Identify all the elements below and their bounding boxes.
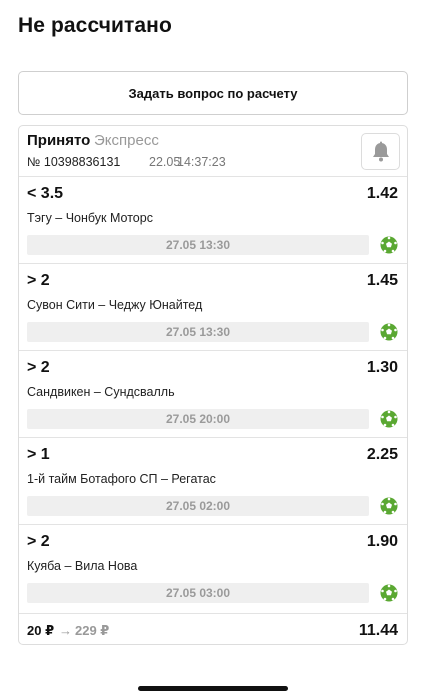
soccer-ball-icon bbox=[380, 497, 398, 515]
event-odds: 1.90 bbox=[366, 533, 398, 550]
event-start-time: 27.05 02:00 bbox=[27, 496, 369, 516]
notification-button[interactable] bbox=[361, 133, 400, 170]
event-outcome: > 2 bbox=[27, 272, 50, 289]
event-outcome: < 3.5 bbox=[27, 185, 64, 202]
event-odds: 1.42 bbox=[366, 185, 398, 202]
total-odds: 11.44 bbox=[358, 622, 398, 639]
event-start-time: 27.05 13:30 bbox=[27, 322, 369, 342]
event-odds: 1.45 bbox=[366, 272, 398, 289]
event-row[interactable]: > 2 1.30 Сандвикен – Сундсвалль 27.05 20… bbox=[19, 350, 407, 437]
bet-total-row: 20 ₽ → 229 ₽ 11.44 bbox=[19, 613, 407, 644]
bet-time: 14:37:23 bbox=[177, 155, 226, 169]
event-row[interactable]: > 2 1.45 Сувон Сити – Чеджу Юнайтед 27.0… bbox=[19, 263, 407, 350]
soccer-ball-icon bbox=[380, 323, 398, 341]
bell-icon bbox=[372, 141, 389, 161]
event-start-time: 27.05 20:00 bbox=[27, 409, 369, 429]
bet-card: Принято Экспресс № 10398836131 22.05 14:… bbox=[18, 125, 408, 645]
home-indicator[interactable] bbox=[138, 686, 288, 691]
event-match: Сувон Сити – Чеджу Юнайтед bbox=[27, 298, 203, 312]
soccer-ball-icon bbox=[380, 236, 398, 254]
bet-stake: 20 ₽ bbox=[27, 623, 55, 638]
bet-type: Экспресс bbox=[94, 132, 159, 149]
bet-date: 22.05 bbox=[149, 155, 181, 169]
event-match: Тэгу – Чонбук Моторс bbox=[27, 211, 153, 225]
event-match: Сандвикен – Сундсвалль bbox=[27, 385, 175, 399]
event-row[interactable]: > 2 1.90 Куяба – Вила Нова 27.05 03:00 bbox=[19, 524, 407, 611]
arrow-icon: → bbox=[59, 623, 72, 638]
potential-payout: 229 ₽ bbox=[75, 623, 110, 638]
event-row[interactable]: > 1 2.25 1-й тайм Ботафого СП – Регатас … bbox=[19, 437, 407, 524]
soccer-ball-icon bbox=[380, 410, 398, 428]
event-match: 1-й тайм Ботафого СП – Регатас bbox=[27, 472, 216, 486]
event-outcome: > 2 bbox=[27, 533, 50, 550]
bet-status: Принято bbox=[27, 132, 91, 149]
event-start-time: 27.05 03:00 bbox=[27, 583, 369, 603]
event-odds: 2.25 bbox=[366, 446, 398, 463]
page-title: Не рассчитано bbox=[18, 14, 172, 37]
event-row[interactable]: < 3.5 1.42 Тэгу – Чонбук Моторс 27.05 13… bbox=[19, 176, 407, 263]
soccer-ball-icon bbox=[380, 584, 398, 602]
event-odds: 1.30 bbox=[366, 359, 398, 376]
event-start-time: 27.05 13:30 bbox=[27, 235, 369, 255]
ask-question-button[interactable]: Задать вопрос по расчету bbox=[18, 71, 408, 115]
event-outcome: > 2 bbox=[27, 359, 50, 376]
bet-number: № 10398836131 bbox=[27, 155, 121, 169]
event-match: Куяба – Вила Нова bbox=[27, 559, 138, 573]
event-outcome: > 1 bbox=[27, 446, 50, 463]
bet-header: Принято Экспресс № 10398836131 22.05 14:… bbox=[19, 126, 407, 176]
